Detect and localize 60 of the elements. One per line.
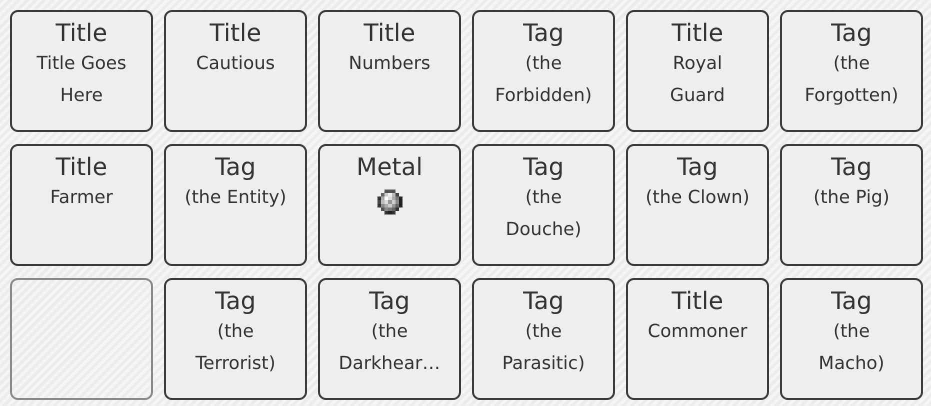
item-card[interactable]: Tag (the Darkhear… [318, 278, 461, 400]
card-heading: Title [56, 18, 108, 48]
card-text: Parasitic) [502, 352, 585, 376]
card-heading: Metal [356, 152, 423, 182]
item-card[interactable]: Title Royal Guard [626, 10, 769, 132]
card-heading: Tag [523, 18, 564, 48]
card-heading: Tag [831, 152, 872, 182]
card-heading: Title [210, 18, 262, 48]
card-text: Terrorist) [196, 352, 276, 376]
item-card[interactable]: Tag (the Forbidden) [472, 10, 615, 132]
card-text: Title Goes [36, 52, 126, 76]
card-text: (the Clown) [645, 186, 750, 210]
card-heading: Title [364, 18, 416, 48]
card-heading: Tag [831, 286, 872, 316]
card-text: Royal [672, 52, 722, 76]
item-card[interactable]: Tag (the Pig) [780, 144, 923, 266]
empty-slot[interactable] [10, 278, 153, 400]
item-card[interactable]: Tag (the Forgotten) [780, 10, 923, 132]
card-text: Farmer [50, 186, 113, 210]
card-text: Macho) [818, 352, 884, 376]
card-text: Numbers [348, 52, 430, 76]
card-text: Forbidden) [495, 84, 592, 108]
card-heading: Tag [523, 286, 564, 316]
card-heading: Tag [677, 152, 718, 182]
item-card[interactable]: Tag (the Entity) [164, 144, 307, 266]
card-heading: Tag [215, 286, 256, 316]
card-text: (the [525, 52, 562, 76]
item-card[interactable]: Tag (the Macho) [780, 278, 923, 400]
metal-card[interactable]: Metal [318, 144, 461, 266]
item-card[interactable]: Title Title Goes Here [10, 10, 153, 132]
item-card[interactable]: Tag (the Douche) [472, 144, 615, 266]
card-text: (the [833, 320, 870, 344]
card-heading: Title [56, 152, 108, 182]
card-heading: Tag [523, 152, 564, 182]
card-text: (the Entity) [184, 186, 286, 210]
item-card[interactable]: Title Farmer [10, 144, 153, 266]
card-text: Guard [670, 84, 725, 108]
card-text: Forgotten) [804, 84, 898, 108]
card-text: (the [525, 186, 562, 210]
card-heading: Tag [831, 18, 872, 48]
card-heading: Title [672, 18, 724, 48]
card-heading: Title [672, 286, 724, 316]
card-text: (the [833, 52, 870, 76]
card-text: (the Pig) [813, 186, 890, 210]
card-text: Cautious [196, 52, 275, 76]
item-card[interactable]: Title Numbers [318, 10, 461, 132]
card-text: (the [217, 320, 254, 344]
card-text: (the [371, 320, 408, 344]
item-card[interactable]: Tag (the Clown) [626, 144, 769, 266]
card-text: Douche) [506, 218, 582, 242]
card-heading: Tag [215, 152, 256, 182]
card-heading: Tag [369, 286, 410, 316]
card-text: Here [60, 84, 103, 108]
card-text: Commoner [648, 320, 748, 344]
item-card[interactable]: Title Cautious [164, 10, 307, 132]
card-text: (the [525, 320, 562, 344]
item-card[interactable]: Title Commoner [626, 278, 769, 400]
card-text: Darkhear… [338, 352, 440, 376]
item-card[interactable]: Tag (the Terrorist) [164, 278, 307, 400]
item-card[interactable]: Tag (the Parasitic) [472, 278, 615, 400]
